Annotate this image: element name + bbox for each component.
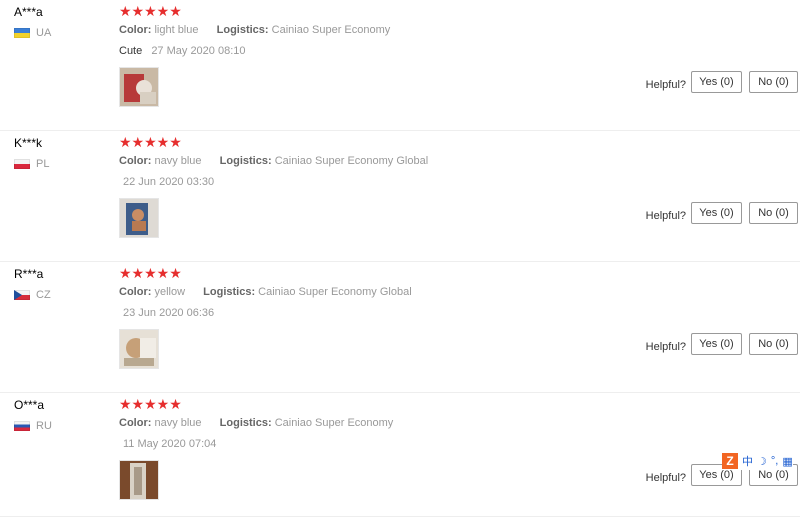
ru-flag-icon — [14, 421, 30, 431]
reviewer-country: RU — [14, 420, 52, 432]
ua-flag-icon — [14, 28, 30, 38]
review-photo-thumbnail[interactable] — [119, 460, 159, 500]
logistics-value: Cainiao Super Economy Global — [274, 155, 429, 167]
review-date: 11 May 2020 07:04 — [123, 438, 217, 450]
logistics-value: Cainiao Super Economy — [274, 417, 394, 429]
review-attributes: Color: navy blue Logistics: Cainiao Supe… — [119, 417, 393, 429]
helpful-label: Helpful? — [645, 79, 686, 91]
helpful-no-button[interactable]: No (0) — [749, 333, 798, 355]
review-text: Cute — [119, 45, 143, 57]
helpful-label: Helpful? — [645, 472, 686, 484]
review-item: K***k PL ★★★★★ Color: navy blue Logistic… — [0, 131, 800, 262]
helpful-label: Helpful? — [645, 341, 686, 353]
country-code: CZ — [36, 289, 51, 301]
review-photo-thumbnail[interactable] — [119, 329, 159, 369]
star-rating: ★★★★★ — [119, 265, 182, 281]
logistics-key: Logistics: — [219, 417, 272, 429]
review-item: O***a RU ★★★★★ Color: navy blue Logistic… — [0, 393, 800, 517]
review-meta: 22 Jun 2020 03:30 — [123, 176, 214, 188]
ime-moon-icon[interactable]: ☽ — [757, 455, 767, 468]
country-code: PL — [36, 158, 50, 170]
reviewer-country: CZ — [14, 289, 51, 301]
review-date: 22 Jun 2020 03:30 — [123, 176, 215, 188]
color-key: Color: — [119, 24, 152, 36]
helpful-yes-button[interactable]: Yes (0) — [691, 71, 742, 93]
review-meta: Cute 27 May 2020 08:10 — [119, 45, 246, 57]
ime-keyboard-icon[interactable]: ▦ — [782, 455, 792, 468]
review-meta: 23 Jun 2020 06:36 — [123, 307, 214, 319]
logistics-key: Logistics: — [219, 155, 272, 167]
color-key: Color: — [119, 155, 152, 167]
ime-punctuation-icon[interactable]: °, — [771, 455, 778, 467]
review-item: A***a UA ★★★★★ Color: light blue Logisti… — [0, 0, 800, 131]
review-attributes: Color: navy blue Logistics: Cainiao Supe… — [119, 155, 428, 167]
review-attributes: Color: light blue Logistics: Cainiao Sup… — [119, 24, 390, 36]
reviewer-country: PL — [14, 158, 49, 170]
reviewer-name: R***a — [14, 267, 44, 281]
color-value: navy blue — [154, 155, 202, 167]
logistics-key: Logistics: — [203, 286, 256, 298]
helpful-label: Helpful? — [645, 210, 686, 222]
logistics-key: Logistics: — [216, 24, 269, 36]
helpful-yes-button[interactable]: Yes (0) — [691, 333, 742, 355]
pl-flag-icon — [14, 159, 30, 169]
reviewer-name: O***a — [14, 398, 45, 412]
logistics-value: Cainiao Super Economy — [271, 24, 391, 36]
review-photo-thumbnail[interactable] — [119, 198, 159, 238]
star-rating: ★★★★★ — [119, 396, 182, 412]
country-code: UA — [36, 27, 52, 39]
reviewer-name: A***a — [14, 5, 43, 19]
helpful-no-button[interactable]: No (0) — [749, 71, 798, 93]
review-date: 23 Jun 2020 06:36 — [123, 307, 215, 319]
color-value: light blue — [154, 24, 199, 36]
color-value: navy blue — [154, 417, 202, 429]
ime-chinese-mode-button[interactable]: 中 — [742, 453, 753, 469]
helpful-yes-button[interactable]: Yes (0) — [691, 202, 742, 224]
star-rating: ★★★★★ — [119, 3, 182, 19]
review-photo-thumbnail[interactable] — [119, 67, 159, 107]
color-value: yellow — [154, 286, 186, 298]
ime-logo-icon[interactable]: Z — [722, 453, 738, 469]
color-key: Color: — [119, 286, 152, 298]
star-rating: ★★★★★ — [119, 134, 182, 150]
helpful-no-button[interactable]: No (0) — [749, 202, 798, 224]
review-item: R***a CZ ★★★★★ Color: yellow Logistics: … — [0, 262, 800, 393]
color-key: Color: — [119, 417, 152, 429]
review-meta: 11 May 2020 07:04 — [123, 438, 216, 450]
logistics-value: Cainiao Super Economy Global — [258, 286, 412, 298]
ime-toolbar[interactable]: Z 中 ☽ °, ▦ — [722, 452, 793, 470]
review-attributes: Color: yellow Logistics: Cainiao Super E… — [119, 286, 412, 298]
cz-flag-icon — [14, 290, 30, 300]
reviewer-country: UA — [14, 27, 51, 39]
reviewer-name: K***k — [14, 136, 43, 150]
review-date: 27 May 2020 08:10 — [151, 45, 246, 57]
country-code: RU — [36, 420, 52, 432]
